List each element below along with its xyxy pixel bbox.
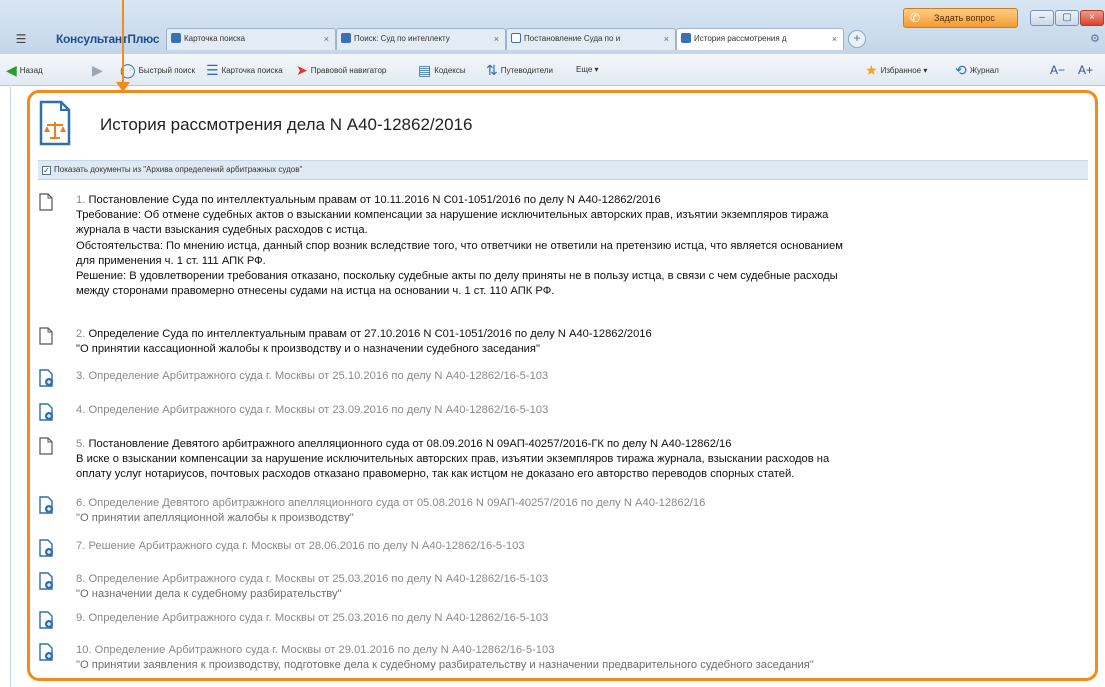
star-icon: ★ — [865, 62, 878, 78]
minimize-button[interactable]: – — [1030, 10, 1054, 26]
guides-button[interactable]: ⇅ Путеводители — [486, 62, 553, 78]
ask-question-label: Задать вопрос — [934, 13, 995, 23]
tab-case-history[interactable]: История рассмотрения д × — [676, 28, 844, 50]
tab-close-icon[interactable]: × — [494, 29, 499, 49]
legal-navigator-label: Правовой навигатор — [310, 66, 387, 75]
legal-navigator-button[interactable]: ➤ Правовой навигатор — [296, 62, 386, 78]
more-label: Еще ▾ — [576, 65, 599, 74]
highlight-frame — [27, 90, 1098, 681]
codes-label: Кодексы — [434, 66, 466, 75]
favorites-label: Избранное ▾ — [880, 66, 928, 75]
back-button[interactable]: ◀ Назад — [6, 62, 43, 78]
quick-search-label: Быстрый поиск — [138, 66, 195, 75]
maximize-button[interactable]: ▢ — [1055, 10, 1079, 26]
tab-label: История рассмотрения д — [694, 34, 787, 43]
tab-close-icon[interactable]: × — [324, 29, 329, 49]
search-icon — [341, 33, 351, 43]
search-card-icon: ☰ — [206, 62, 219, 78]
new-tab-button[interactable]: + — [848, 30, 866, 48]
search-icon — [171, 33, 181, 43]
case-history-icon — [681, 33, 691, 43]
quick-search-button[interactable]: ◯ Быстрый поиск — [120, 62, 195, 78]
codes-button[interactable]: ▤ Кодексы — [418, 62, 466, 78]
font-increase-button[interactable]: A+ — [1078, 62, 1093, 78]
tab-close-icon[interactable]: × — [664, 29, 669, 49]
search-card-button[interactable]: ☰ Карточка поиска — [206, 62, 283, 78]
tab-decree[interactable]: Постановление Суда по и × — [506, 28, 676, 50]
main-toolbar: ◀ Назад ▶ ◯ Быстрый поиск ☰ Карточка поиска… — [0, 54, 1105, 86]
close-window-button[interactable]: × — [1080, 10, 1104, 26]
viewport-edge — [10, 87, 11, 687]
tab-label: Поиск: Суд по интеллекту — [354, 34, 450, 43]
journal-label: Журнал — [969, 66, 999, 75]
tab-search-results[interactable]: Поиск: Суд по интеллекту × — [336, 28, 506, 50]
tab-close-icon[interactable]: × — [832, 29, 837, 49]
favorites-button[interactable]: ★ Избранное ▾ — [865, 62, 927, 78]
pointer-arrow-shaft — [122, 0, 124, 84]
main-menu-button[interactable]: ☰ — [6, 30, 36, 48]
guides-icon: ⇅ — [486, 62, 498, 78]
forward-button[interactable]: ▶ — [92, 62, 106, 78]
chat-bubble-icon: ✆ — [910, 11, 921, 25]
brand-logo[interactable]: КонсультантПлюс — [56, 28, 160, 50]
font-decrease-button[interactable]: A− — [1050, 62, 1065, 78]
ask-question-button[interactable]: ✆ Задать вопрос — [903, 8, 1018, 28]
tab-label: Постановление Суда по и — [524, 34, 621, 43]
more-menu-button[interactable]: Еще ▾ — [576, 62, 599, 78]
tab-bar: ☰ КонсультантПлюс Карточка поиска × Поис… — [0, 28, 1105, 50]
pointer-arrow-head-icon — [116, 82, 130, 92]
back-label: Назад — [19, 66, 43, 75]
codes-icon: ▤ — [418, 62, 432, 78]
document-icon — [511, 33, 521, 43]
navigator-icon: ➤ — [296, 62, 308, 78]
tab-search-card[interactable]: Карточка поиска × — [166, 28, 336, 50]
menu-icon: ☰ — [15, 32, 27, 46]
search-card-label: Карточка поиска — [221, 66, 283, 75]
journal-button[interactable]: ⟲ Журнал — [955, 62, 999, 78]
window-title-bar: ✆ Задать вопрос – ▢ × ⚙ ☰ КонсультантПлю… — [0, 0, 1105, 54]
arrow-right-icon: ▶ — [92, 62, 103, 78]
arrow-left-icon: ◀ — [6, 62, 17, 78]
guides-label: Путеводители — [500, 66, 553, 75]
history-clock-icon: ⟲ — [955, 62, 967, 78]
tab-label: Карточка поиска — [184, 34, 246, 43]
